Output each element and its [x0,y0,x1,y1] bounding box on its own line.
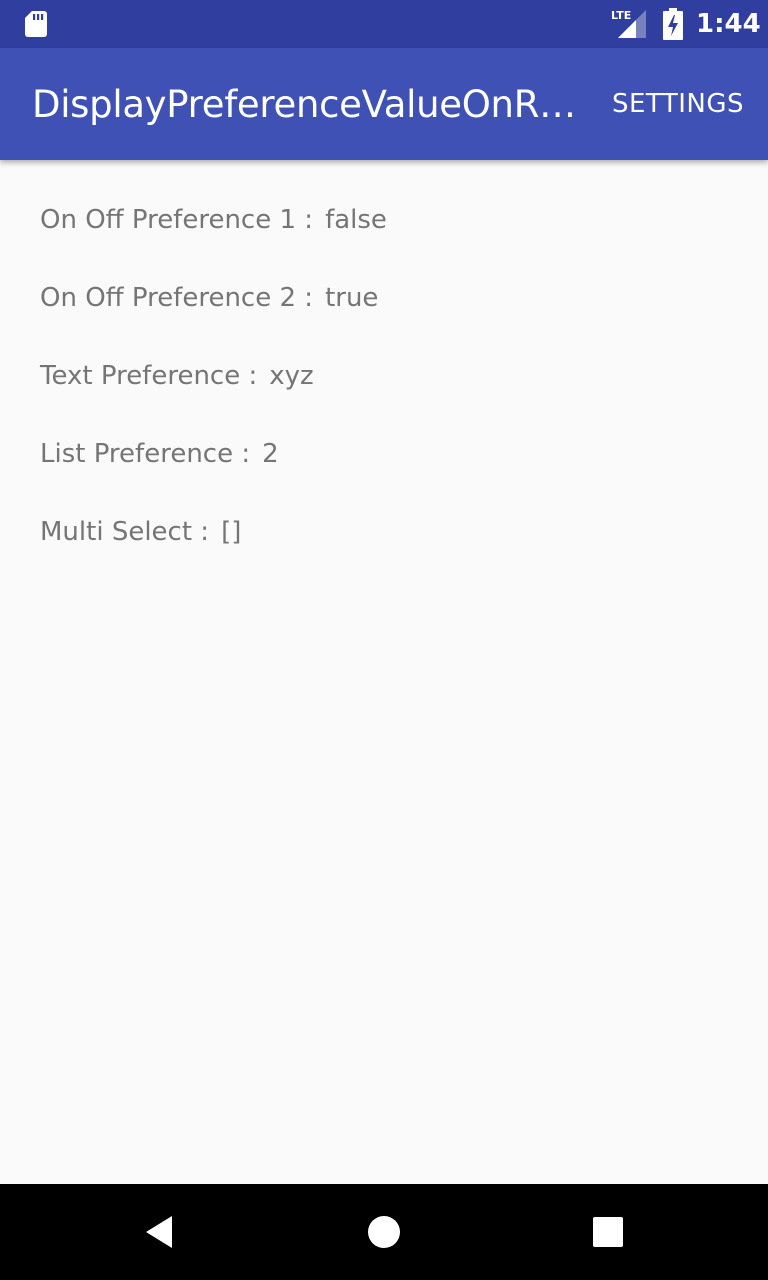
pref-row-on-off-2: On Off Preference 2 : true [40,274,740,322]
recents-icon [593,1217,623,1247]
pref-label: On Off Preference 2 : [40,283,314,313]
clock: 1:44 [696,9,761,39]
back-button[interactable] [128,1200,192,1264]
lte-signal-icon: LTE [611,9,646,38]
pref-label: List Preference : [40,439,251,469]
pref-value: xyz [269,361,314,391]
pref-label: Multi Select : [40,517,210,547]
pref-value: [] [221,517,242,547]
home-button[interactable] [352,1200,416,1264]
app-bar: DisplayPreferenceValueOnRi… SETTINGS [0,48,768,160]
pref-row-multi-select: Multi Select : [] [40,508,740,556]
sd-card-icon [25,11,47,37]
lte-label: LTE [611,9,631,22]
pref-value: 2 [262,439,279,469]
screen: LTE 1:44 DisplayPreferenceValueOnRi… SET… [0,0,768,1280]
back-icon [146,1216,172,1248]
pref-value: false [325,205,387,235]
recents-button[interactable] [576,1200,640,1264]
settings-button[interactable]: SETTINGS [600,76,756,132]
pref-row-text: Text Preference : xyz [40,352,740,400]
navigation-bar [0,1184,768,1280]
home-icon [368,1216,400,1248]
pref-label: On Off Preference 1 : [40,205,314,235]
status-bar: LTE 1:44 [0,0,768,48]
pref-row-list: List Preference : 2 [40,430,740,478]
app-title: DisplayPreferenceValueOnRi… [32,83,580,126]
pref-label: Text Preference : [40,361,258,391]
battery-charging-icon [663,8,683,40]
preference-values-list: On Off Preference 1 : false On Off Prefer… [40,196,740,586]
pref-value: true [325,283,379,313]
pref-row-on-off-1: On Off Preference 1 : false [40,196,740,244]
